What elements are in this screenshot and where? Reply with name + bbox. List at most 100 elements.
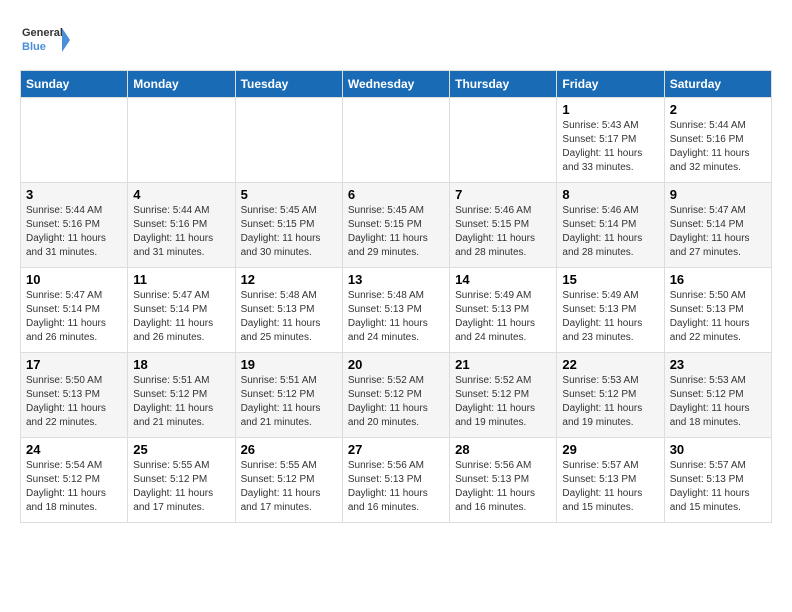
- day-number: 9: [670, 187, 766, 202]
- day-number: 4: [133, 187, 229, 202]
- day-number: 12: [241, 272, 337, 287]
- day-cell: 15Sunrise: 5:49 AM Sunset: 5:13 PM Dayli…: [557, 268, 664, 353]
- day-info: Sunrise: 5:45 AM Sunset: 5:15 PM Dayligh…: [241, 204, 337, 260]
- weekday-header-row: SundayMondayTuesdayWednesdayThursdayFrid…: [21, 71, 772, 98]
- day-number: 25: [133, 442, 229, 457]
- day-cell: 20 Sunrise: 5:52 AM Sunset: 5:12 PM Dayli…: [342, 353, 449, 438]
- day-cell: 11 Sunrise: 5:47 AM Sunset: 5:14 PM Dayli…: [128, 268, 235, 353]
- day-number: 30: [670, 442, 766, 457]
- day-number: 5: [241, 187, 337, 202]
- day-cell: 23Sunrise: 5:53 AM Sunset: 5:12 PM Dayli…: [664, 353, 771, 438]
- day-info: Sunrise: 5:56 AM Sunset: 5:13 PM Dayligh…: [455, 459, 551, 515]
- day-number: 26: [241, 442, 337, 457]
- day-cell: 3Sunrise: 5:44 AM Sunset: 5:16 PM Daylig…: [21, 183, 128, 268]
- day-info: Sunrise: 5:52 AM Sunset: 5:12 PM Dayligh…: [348, 374, 444, 430]
- day-info: Sunrise: 5:49 AM Sunset: 5:13 PM Dayligh…: [455, 289, 551, 345]
- day-number: 27: [348, 442, 444, 457]
- logo: General Blue: [20, 20, 70, 60]
- day-info: Sunrise: 5:44 AM Sunset: 5:16 PM Dayligh…: [670, 119, 766, 175]
- day-cell: 25Sunrise: 5:55 AM Sunset: 5:12 PM Dayli…: [128, 438, 235, 523]
- svg-text:Blue: Blue: [22, 41, 46, 53]
- day-info: Sunrise: 5:53 AM Sunset: 5:12 PM Dayligh…: [670, 374, 766, 430]
- day-cell: 21 Sunrise: 5:52 AM Sunset: 5:12 PM Dayli…: [450, 353, 557, 438]
- day-cell: [450, 98, 557, 183]
- day-cell: 29 Sunrise: 5:57 AM Sunset: 5:13 PM Dayli…: [557, 438, 664, 523]
- calendar-table: SundayMondayTuesdayWednesdayThursdayFrid…: [20, 70, 772, 523]
- svg-text:General: General: [22, 27, 63, 39]
- day-cell: 9 Sunrise: 5:47 AM Sunset: 5:14 PM Daylig…: [664, 183, 771, 268]
- day-number: 17: [26, 357, 122, 372]
- day-info: Sunrise: 5:47 AM Sunset: 5:14 PM Dayligh…: [133, 289, 229, 345]
- day-number: 3: [26, 187, 122, 202]
- weekday-header-thursday: Thursday: [450, 71, 557, 98]
- day-number: 2: [670, 102, 766, 117]
- day-cell: 1Sunrise: 5:43 AM Sunset: 5:17 PM Daylig…: [557, 98, 664, 183]
- day-number: 7: [455, 187, 551, 202]
- week-row-5: 24Sunrise: 5:54 AM Sunset: 5:12 PM Dayli…: [21, 438, 772, 523]
- day-number: 16: [670, 272, 766, 287]
- week-row-2: 3Sunrise: 5:44 AM Sunset: 5:16 PM Daylig…: [21, 183, 772, 268]
- day-number: 14: [455, 272, 551, 287]
- day-cell: 10 Sunrise: 5:47 AM Sunset: 5:14 PM Dayli…: [21, 268, 128, 353]
- day-info: Sunrise: 5:50 AM Sunset: 5:13 PM Dayligh…: [670, 289, 766, 345]
- day-cell: 8 Sunrise: 5:46 AM Sunset: 5:14 PM Daylig…: [557, 183, 664, 268]
- day-number: 1: [562, 102, 658, 117]
- day-cell: 7 Sunrise: 5:46 AM Sunset: 5:15 PM Daylig…: [450, 183, 557, 268]
- day-info: Sunrise: 5:56 AM Sunset: 5:13 PM Dayligh…: [348, 459, 444, 515]
- weekday-header-wednesday: Wednesday: [342, 71, 449, 98]
- day-info: Sunrise: 5:47 AM Sunset: 5:14 PM Dayligh…: [26, 289, 122, 345]
- day-cell: 6 Sunrise: 5:45 AM Sunset: 5:15 PM Daylig…: [342, 183, 449, 268]
- day-info: Sunrise: 5:48 AM Sunset: 5:13 PM Dayligh…: [241, 289, 337, 345]
- day-info: Sunrise: 5:46 AM Sunset: 5:15 PM Dayligh…: [455, 204, 551, 260]
- day-number: 6: [348, 187, 444, 202]
- day-info: Sunrise: 5:57 AM Sunset: 5:13 PM Dayligh…: [562, 459, 658, 515]
- day-cell: 2 Sunrise: 5:44 AM Sunset: 5:16 PM Daylig…: [664, 98, 771, 183]
- day-cell: 27 Sunrise: 5:56 AM Sunset: 5:13 PM Dayli…: [342, 438, 449, 523]
- weekday-header-monday: Monday: [128, 71, 235, 98]
- day-cell: 30 Sunrise: 5:57 AM Sunset: 5:13 PM Dayli…: [664, 438, 771, 523]
- day-cell: 14 Sunrise: 5:49 AM Sunset: 5:13 PM Dayli…: [450, 268, 557, 353]
- weekday-header-saturday: Saturday: [664, 71, 771, 98]
- logo-svg: General Blue: [20, 20, 70, 60]
- day-number: 20: [348, 357, 444, 372]
- day-cell: 28 Sunrise: 5:56 AM Sunset: 5:13 PM Dayli…: [450, 438, 557, 523]
- day-cell: 26 Sunrise: 5:55 AM Sunset: 5:12 PM Dayli…: [235, 438, 342, 523]
- week-row-1: 1Sunrise: 5:43 AM Sunset: 5:17 PM Daylig…: [21, 98, 772, 183]
- day-number: 11: [133, 272, 229, 287]
- day-number: 22: [562, 357, 658, 372]
- week-row-3: 10 Sunrise: 5:47 AM Sunset: 5:14 PM Dayli…: [21, 268, 772, 353]
- day-number: 24: [26, 442, 122, 457]
- day-info: Sunrise: 5:57 AM Sunset: 5:13 PM Dayligh…: [670, 459, 766, 515]
- day-number: 28: [455, 442, 551, 457]
- day-info: Sunrise: 5:45 AM Sunset: 5:15 PM Dayligh…: [348, 204, 444, 260]
- day-cell: 17Sunrise: 5:50 AM Sunset: 5:13 PM Dayli…: [21, 353, 128, 438]
- day-info: Sunrise: 5:55 AM Sunset: 5:12 PM Dayligh…: [241, 459, 337, 515]
- day-number: 29: [562, 442, 658, 457]
- day-cell: 18Sunrise: 5:51 AM Sunset: 5:12 PM Dayli…: [128, 353, 235, 438]
- day-number: 13: [348, 272, 444, 287]
- day-info: Sunrise: 5:48 AM Sunset: 5:13 PM Dayligh…: [348, 289, 444, 345]
- day-number: 10: [26, 272, 122, 287]
- week-row-4: 17Sunrise: 5:50 AM Sunset: 5:13 PM Dayli…: [21, 353, 772, 438]
- day-info: Sunrise: 5:51 AM Sunset: 5:12 PM Dayligh…: [241, 374, 337, 430]
- day-number: 19: [241, 357, 337, 372]
- day-info: Sunrise: 5:47 AM Sunset: 5:14 PM Dayligh…: [670, 204, 766, 260]
- day-cell: 16 Sunrise: 5:50 AM Sunset: 5:13 PM Dayli…: [664, 268, 771, 353]
- day-cell: [342, 98, 449, 183]
- day-cell: 13 Sunrise: 5:48 AM Sunset: 5:13 PM Dayli…: [342, 268, 449, 353]
- weekday-header-tuesday: Tuesday: [235, 71, 342, 98]
- day-cell: 4Sunrise: 5:44 AM Sunset: 5:16 PM Daylig…: [128, 183, 235, 268]
- day-number: 21: [455, 357, 551, 372]
- day-number: 8: [562, 187, 658, 202]
- day-cell: [235, 98, 342, 183]
- day-cell: [128, 98, 235, 183]
- day-cell: 5 Sunrise: 5:45 AM Sunset: 5:15 PM Daylig…: [235, 183, 342, 268]
- day-info: Sunrise: 5:52 AM Sunset: 5:12 PM Dayligh…: [455, 374, 551, 430]
- header: General Blue: [20, 20, 772, 60]
- day-number: 15: [562, 272, 658, 287]
- day-cell: 12 Sunrise: 5:48 AM Sunset: 5:13 PM Dayli…: [235, 268, 342, 353]
- day-cell: [21, 98, 128, 183]
- day-cell: 22Sunrise: 5:53 AM Sunset: 5:12 PM Dayli…: [557, 353, 664, 438]
- day-info: Sunrise: 5:46 AM Sunset: 5:14 PM Dayligh…: [562, 204, 658, 260]
- weekday-header-friday: Friday: [557, 71, 664, 98]
